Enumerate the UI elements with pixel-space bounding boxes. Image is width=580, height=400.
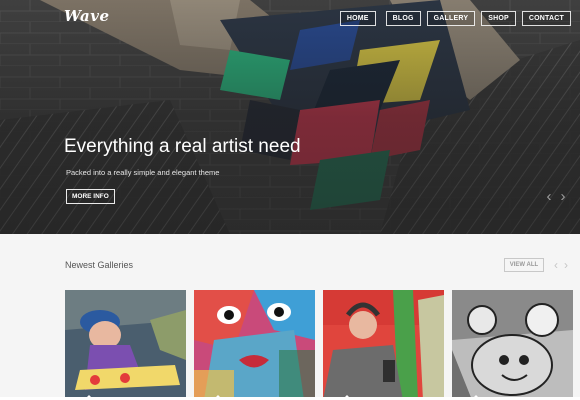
hero-subtitle: Packed into a really simple and elegant …: [66, 168, 220, 177]
gallery-thumb-4[interactable]: [452, 290, 573, 400]
nav-home[interactable]: HOME: [339, 11, 376, 26]
hero-banner: Wave HOME BLOG GALLERY SHOP CONTACT Ever…: [0, 0, 580, 234]
nav-contact[interactable]: CONTACT: [521, 11, 571, 26]
view-all-button[interactable]: VIEW ALL: [504, 258, 544, 272]
chevron-left-icon[interactable]: ‹: [544, 189, 554, 204]
site-logo[interactable]: Wave: [64, 7, 110, 25]
main-nav: HOME BLOG GALLERY SHOP CONTACT: [339, 11, 571, 26]
hero-title: Everything a real artist need: [64, 136, 301, 157]
gallery-thumb-1[interactable]: [65, 290, 186, 400]
section-title: Newest Galleries: [65, 260, 134, 270]
gallery-thumb-3[interactable]: [323, 290, 444, 400]
nav-shop[interactable]: SHOP: [481, 11, 516, 26]
chevron-right-icon[interactable]: ›: [558, 189, 568, 204]
more-info-button[interactable]: MORE INFO: [66, 189, 115, 204]
nav-gallery[interactable]: GALLERY: [426, 11, 476, 26]
nav-blog[interactable]: BLOG: [385, 11, 421, 26]
gallery-grid: [65, 290, 573, 400]
chevron-right-icon[interactable]: ›: [564, 258, 572, 272]
chevron-left-icon[interactable]: ‹: [554, 258, 562, 272]
gallery-thumb-2[interactable]: [194, 290, 315, 400]
